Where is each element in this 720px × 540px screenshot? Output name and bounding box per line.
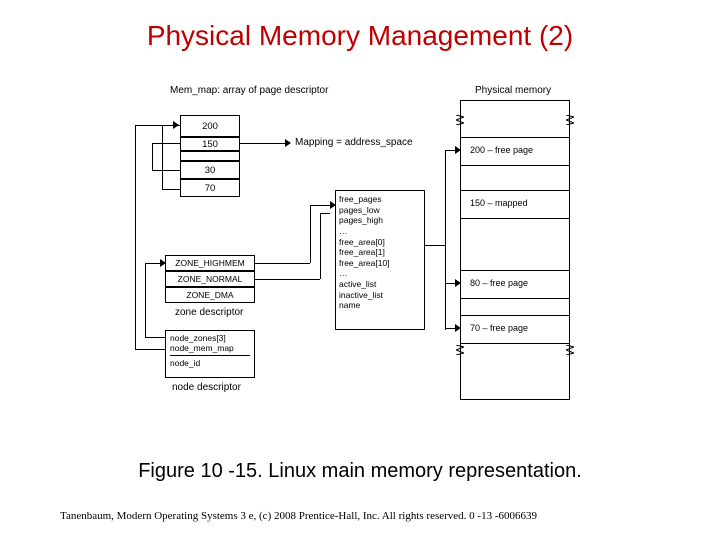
nd-l1: node_zones[3] xyxy=(170,333,226,343)
zone-arrow-2v xyxy=(320,213,321,279)
page-desc-30: 30 xyxy=(180,161,240,179)
pm-d8 xyxy=(460,343,570,344)
pm-r2: 150 – mapped xyxy=(470,198,528,208)
slide-title: Physical Memory Management (2) xyxy=(0,0,720,64)
zig-br xyxy=(566,345,574,355)
fb-l9: name xyxy=(339,300,360,311)
pm-r3: 80 – free page xyxy=(470,278,528,288)
fb-l2: pages_low xyxy=(339,205,380,216)
link-v2 xyxy=(152,143,153,170)
nd-div xyxy=(170,355,250,356)
page-desc-70: 70 xyxy=(180,179,240,197)
fb-e1: … xyxy=(339,226,348,237)
pm-d4 xyxy=(460,218,570,219)
fb-l3: pages_high xyxy=(339,215,383,226)
nd-l3: node_id xyxy=(170,358,200,368)
pm-d2 xyxy=(460,165,570,166)
zig-bl xyxy=(456,345,464,355)
zone-struct-box: free_pages pages_low pages_high … free_a… xyxy=(335,190,425,330)
pm-r4: 70 – free page xyxy=(470,323,528,333)
link-h3 xyxy=(152,143,180,144)
nm-arrow xyxy=(173,121,179,129)
phys-mem-label: Physical memory xyxy=(475,85,551,96)
fb-l7: active_list xyxy=(339,279,376,290)
page-desc-div xyxy=(180,151,240,161)
pm-d6 xyxy=(460,298,570,299)
nm-h2 xyxy=(135,125,173,126)
pm-d1 xyxy=(460,137,570,138)
pm-d5 xyxy=(460,270,570,271)
mem-map-label: Mem_map: array of page descriptor xyxy=(170,85,328,96)
fa-in-2a xyxy=(455,279,461,287)
zone-normal: ZONE_NORMAL xyxy=(165,271,255,287)
zone-arrow-1 xyxy=(255,263,310,264)
zone-arrow-1h2 xyxy=(310,205,330,206)
zone-desc-caption: zone descriptor xyxy=(175,307,243,318)
zone-arrow-1v xyxy=(310,205,311,263)
nz-v xyxy=(145,263,146,337)
zone-arrow-2 xyxy=(255,279,320,280)
fa-in-3a xyxy=(455,324,461,332)
fa-in-1a xyxy=(455,146,461,154)
nm-h1 xyxy=(135,349,165,350)
zone-highmem: ZONE_HIGHMEM xyxy=(165,255,255,271)
node-desc-box: node_zones[3] node_mem_map node_id xyxy=(165,330,255,378)
nd-l2: node_mem_map xyxy=(170,343,234,353)
fa-out-v xyxy=(445,150,446,330)
zig-tl xyxy=(456,115,464,125)
page-desc-200: 200 xyxy=(180,115,240,137)
link-h2 xyxy=(162,189,180,190)
node-desc-caption: node descriptor xyxy=(172,382,241,393)
figure-caption: Figure 10 -15. Linux main memory represe… xyxy=(0,460,720,483)
page-desc-150: 150 xyxy=(180,137,240,151)
mapping-arrow xyxy=(285,139,291,147)
fa-out-h xyxy=(425,245,445,246)
fb-l5: free_area[1] xyxy=(339,247,385,258)
pm-d3 xyxy=(460,190,570,191)
link-h4 xyxy=(152,170,180,171)
fb-l8: inactive_list xyxy=(339,290,383,301)
pm-r1: 200 – free page xyxy=(470,145,533,155)
diagram-area: Mem_map: array of page descriptor 200 15… xyxy=(60,85,660,435)
mapping-label: Mapping = address_space xyxy=(295,137,413,148)
zig-tr xyxy=(566,115,574,125)
nz-h1 xyxy=(145,337,165,338)
pm-d7 xyxy=(460,315,570,316)
mapping-line xyxy=(240,143,285,144)
fb-l6: free_area[10] xyxy=(339,258,390,269)
zone-dma: ZONE_DMA xyxy=(165,287,255,303)
fb-l1: free_pages xyxy=(339,194,382,205)
link-v1 xyxy=(162,125,163,189)
nm-v xyxy=(135,125,136,349)
copyright-footer: Tanenbaum, Modern Operating Systems 3 e,… xyxy=(60,510,660,522)
nz-arrow xyxy=(160,259,166,267)
fb-e2: … xyxy=(339,268,348,279)
fb-l4: free_area[0] xyxy=(339,237,385,248)
zone-arrow-2h xyxy=(320,213,330,214)
